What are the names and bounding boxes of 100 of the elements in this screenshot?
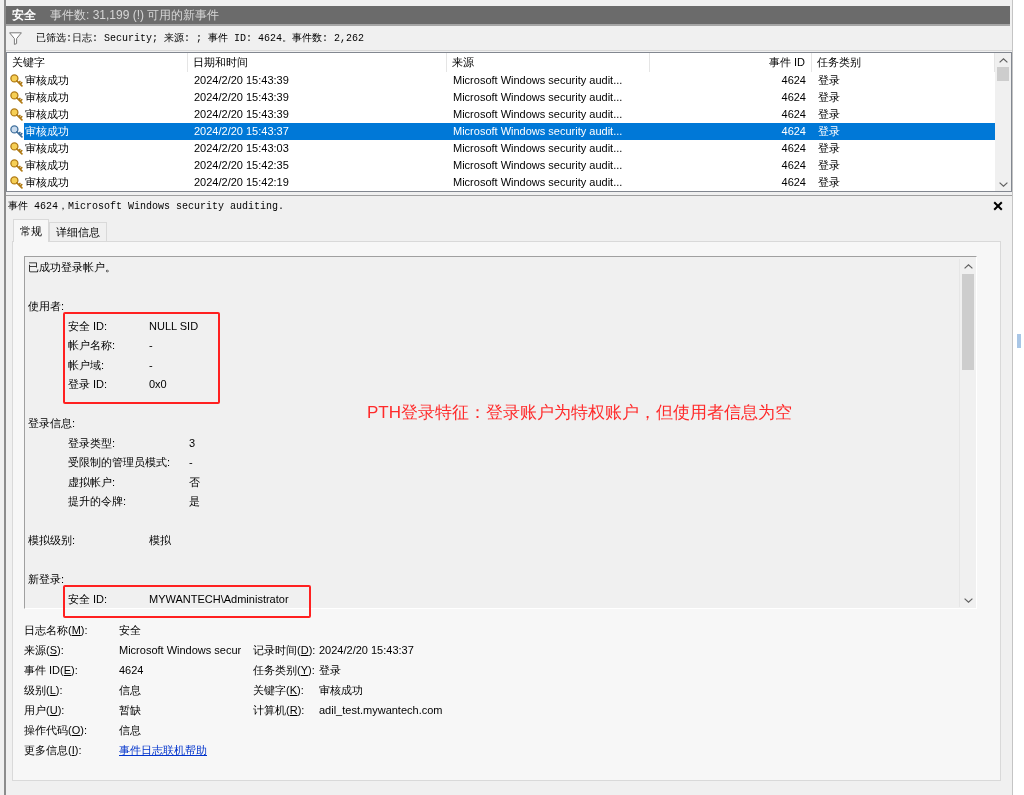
section-heading: 登录信息: xyxy=(28,416,76,431)
property-value: 信息 xyxy=(119,723,141,738)
table-cell-text: 登录 xyxy=(817,158,841,173)
chevron-up-icon[interactable] xyxy=(963,263,973,269)
column-header[interactable]: 事件 ID xyxy=(650,53,812,72)
table-row[interactable]: 审核成功 2024/2/20 15:43:37 Microsoft Windows security audit... 4624 登录 xyxy=(24,123,995,140)
field-value: 是 xyxy=(189,494,201,509)
column-header[interactable]: 日期和时间 xyxy=(188,53,447,72)
property-label: 计算机(R): xyxy=(253,703,305,718)
property-label: 记录时间(D): xyxy=(253,643,316,658)
property-label: 关键字(K): xyxy=(253,683,304,698)
table-cell-text: 登录 xyxy=(817,73,841,88)
table-cell-text: 审核成功 xyxy=(24,107,70,122)
property-label: 来源(S): xyxy=(24,643,64,658)
table-cell-text: 4624 xyxy=(780,90,807,105)
chevron-up-icon[interactable] xyxy=(998,57,1008,63)
table-cell-text: 2024/2/20 15:43:39 xyxy=(193,90,290,105)
scrollbar[interactable] xyxy=(959,259,976,607)
field-value: NULL SID xyxy=(149,318,199,334)
key-icon xyxy=(10,176,23,189)
table-cell-text: 2024/2/20 15:42:35 xyxy=(193,158,290,173)
scrollbar-thumb[interactable] xyxy=(962,274,974,370)
table-cell-text: Microsoft Windows security audit... xyxy=(452,175,624,190)
property-value: adil_test.mywantech.com xyxy=(319,703,443,718)
table-cell-text: 2024/2/20 15:43:37 xyxy=(193,124,290,139)
table-cell-text: 登录 xyxy=(817,175,841,190)
field-label: 虚拟帐户: xyxy=(68,474,117,490)
field-label: 安全 ID: xyxy=(68,318,109,334)
scrollbar[interactable] xyxy=(995,53,1011,191)
table-cell-text: 登录 xyxy=(817,141,841,156)
event-count-text: 事件数: 31,199 (!) 可用的新事件 xyxy=(50,6,220,24)
table-cell-text: 2024/2/20 15:43:39 xyxy=(193,73,290,88)
table-row[interactable]: 审核成功 2024/2/20 15:42:35 Microsoft Windows security audit... 4624 登录 xyxy=(24,157,995,174)
field-label: 登录类型: xyxy=(68,435,117,451)
filter-icon xyxy=(9,31,22,45)
table-cell-text: Microsoft Windows security audit... xyxy=(452,73,624,88)
table-cell-text: 审核成功 xyxy=(24,175,70,190)
table-cell-text: 4624 xyxy=(780,141,807,156)
key-icon xyxy=(10,142,23,155)
selection-edge xyxy=(1017,334,1021,348)
event-detail-title: 事件 4624，Microsoft Windows security auditing. xyxy=(8,199,285,213)
table-row[interactable]: 审核成功 2024/2/20 15:42:19 Microsoft Windows security audit... 4624 登录 xyxy=(24,174,995,191)
field-value: 3 xyxy=(189,435,197,451)
field-value: 0x0 xyxy=(149,377,168,392)
tab[interactable]: 常规 xyxy=(13,219,49,242)
message-text: 已成功登录帐户。 xyxy=(28,260,117,275)
section-heading: 使用者: xyxy=(28,299,65,314)
table-cell-text: 4624 xyxy=(780,175,807,190)
table-cell-text: 审核成功 xyxy=(24,124,70,139)
property-value: 安全 xyxy=(119,623,141,638)
table-cell-text: 审核成功 xyxy=(24,73,70,88)
property-value: 2024/2/20 15:43:37 xyxy=(319,643,414,658)
field-label: 安全 ID: xyxy=(68,591,109,607)
table-row[interactable]: 审核成功 2024/2/20 15:43:39 Microsoft Windows security audit... 4624 登录 xyxy=(24,89,995,106)
key-icon xyxy=(10,108,23,121)
chevron-down-icon[interactable] xyxy=(963,597,973,603)
table-cell-text: 4624 xyxy=(780,73,807,88)
tab[interactable]: 详细信息 xyxy=(49,222,107,241)
table-cell-text: 2024/2/20 15:43:39 xyxy=(193,107,290,122)
column-header[interactable]: 关键字 xyxy=(7,53,188,72)
table-cell-text: Microsoft Windows security audit... xyxy=(452,90,624,105)
property-value: 登录 xyxy=(319,663,341,678)
field-label: 登录 ID: xyxy=(68,377,109,392)
key-icon xyxy=(10,125,23,138)
table-cell-text: 登录 xyxy=(817,124,841,139)
help-link[interactable]: 事件日志联机帮助 xyxy=(119,740,207,760)
section-heading: 模拟级别: xyxy=(28,533,76,548)
property-label: 级别(L): xyxy=(24,683,63,698)
property-label: 更多信息(I): xyxy=(24,743,82,758)
column-header[interactable]: 来源 xyxy=(447,53,650,72)
chevron-down-icon[interactable] xyxy=(998,181,1008,187)
field-label: 帐户域: xyxy=(68,357,106,373)
table-row[interactable]: 审核成功 2024/2/20 15:43:39 Microsoft Windows security audit... 4624 登录 xyxy=(24,72,995,89)
table-cell-text: 2024/2/20 15:42:19 xyxy=(193,175,290,190)
key-icon xyxy=(10,74,23,87)
property-label: 操作代码(O): xyxy=(24,723,87,738)
close-icon[interactable] xyxy=(993,200,1003,211)
table-cell-text: 2024/2/20 15:43:03 xyxy=(193,141,290,156)
scrollbar-thumb[interactable] xyxy=(997,67,1009,81)
property-value: 4624 xyxy=(119,663,144,678)
table-cell-text: 4624 xyxy=(780,158,807,173)
property-value: 审核成功 xyxy=(319,683,363,698)
table-row[interactable]: 审核成功 2024/2/20 15:43:03 Microsoft Windows security audit... 4624 登录 xyxy=(24,140,995,157)
property-label: 日志名称(M): xyxy=(24,623,88,638)
property-label: 任务类别(Y): xyxy=(253,663,315,678)
property-value: 暂缺 xyxy=(119,703,141,718)
field-value: 模拟 xyxy=(149,533,171,548)
field-value: 否 xyxy=(189,474,201,490)
key-icon xyxy=(10,91,23,104)
field-value: - xyxy=(149,338,154,353)
annotation-note: PTH登录特征：登录账户为特权账户，但使用者信息为空 xyxy=(367,402,792,424)
table-cell-text: Microsoft Windows security audit... xyxy=(452,107,624,122)
property-label: 事件 ID(E): xyxy=(24,663,78,678)
table-row[interactable]: 审核成功 2024/2/20 15:43:39 Microsoft Windows security audit... 4624 登录 xyxy=(24,106,995,123)
table-cell-text: 登录 xyxy=(817,90,841,105)
property-value: Microsoft Windows secur xyxy=(119,643,242,658)
table-cell-text: 审核成功 xyxy=(24,158,70,173)
field-label: 受限制的管理员模式: xyxy=(68,455,172,470)
field-value: - xyxy=(149,357,154,373)
field-label: 帐户名称: xyxy=(68,338,117,353)
